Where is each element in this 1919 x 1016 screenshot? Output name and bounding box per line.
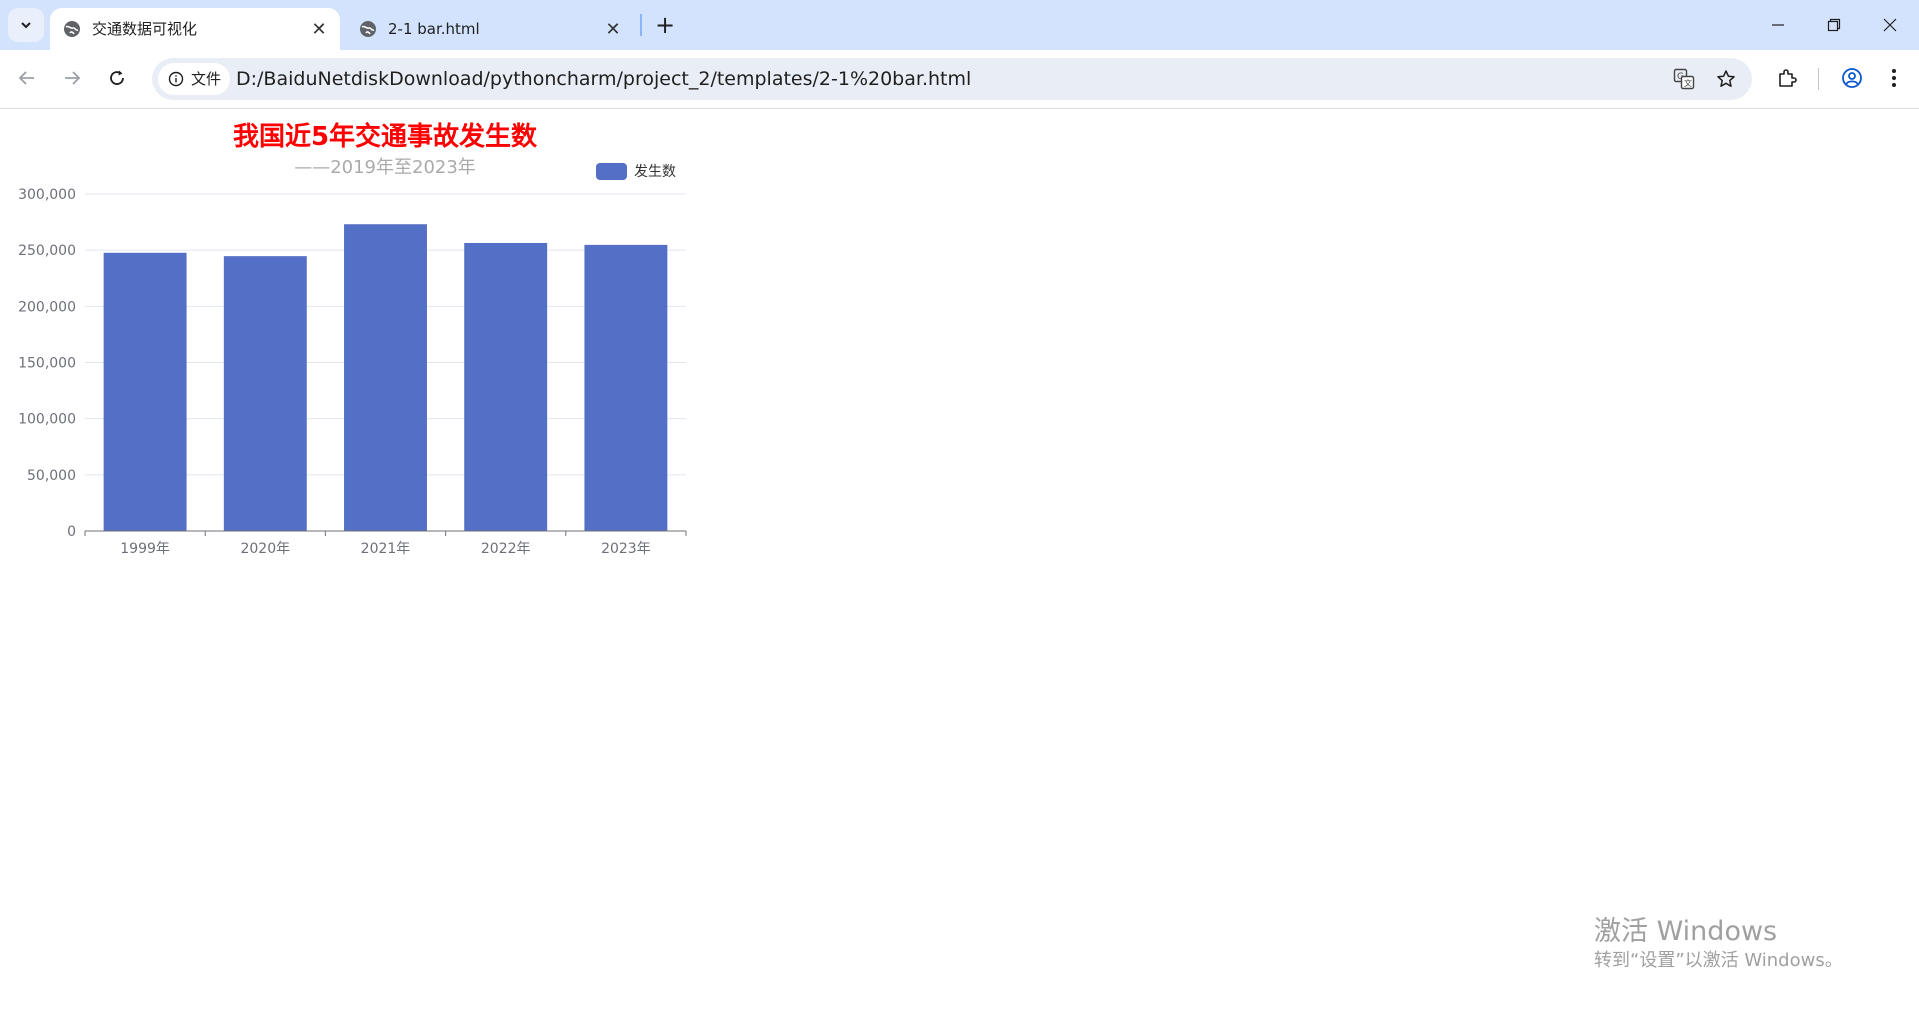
globe-icon [64,21,80,37]
reload-button[interactable] [99,60,135,96]
bar[interactable] [103,252,187,531]
back-button[interactable] [9,60,45,96]
star-icon [1717,70,1735,87]
window-close-button[interactable] [1862,0,1918,50]
y-tick-label: 250,000 [18,243,76,259]
site-info-label: 文件 [191,70,222,88]
profile-button[interactable] [1834,60,1870,96]
bar[interactable] [584,244,668,531]
watermark-line2: 转到“设置”以激活 Windows。 [1594,950,1843,971]
bookmark-button[interactable] [1712,65,1740,93]
x-tick-label: 2023年 [601,541,651,557]
toolbar: 文件 D:/BaiduNetdiskDownload/pythoncharm/p… [0,50,1919,109]
bar[interactable] [223,256,307,531]
windows-activation-watermark: 激活 Windows 转到“设置”以激活 Windows。 [1594,915,1843,973]
translate-icon: G文 [1673,68,1695,90]
url-text[interactable]: D:/BaiduNetdiskDownload/pythoncharm/proj… [236,58,971,100]
y-tick-label: 200,000 [18,299,76,315]
plus-icon: + [654,11,676,39]
y-tick-label: 100,000 [18,412,76,428]
tab-list-button[interactable] [8,8,44,42]
minimize-icon [1772,24,1784,26]
chevron-down-icon [21,22,31,29]
x-tick-label: 2021年 [361,541,411,557]
extensions-icon [1779,69,1797,87]
x-tick-label: 2022年 [481,541,531,557]
toolbar-separator [1818,68,1819,90]
forward-icon [65,71,81,85]
y-tick-label: 50,000 [27,468,76,484]
legend-swatch [596,163,627,180]
tab-active[interactable]: 交通数据可视化 ✕ [50,8,340,50]
forward-button[interactable] [54,60,90,96]
chart-title: 我国近5年交通事故发生数 [233,121,538,152]
y-tick-label: 300,000 [18,187,76,203]
site-info-chip[interactable]: 文件 [158,63,230,95]
tab-title: 2-1 bar.html [388,20,480,38]
tab-separator [640,14,642,36]
chart-legend[interactable]: 发生数 [596,163,676,180]
close-icon[interactable]: ✕ [308,18,330,40]
info-icon [168,71,184,87]
minimize-button[interactable] [1750,0,1806,50]
tab-title: 交通数据可视化 [92,20,198,38]
profile-icon [1842,68,1862,88]
tab-bar: 交通数据可视化 ✕ 2-1 bar.html ✕ + [0,0,1919,50]
globe-icon [360,21,376,37]
menu-button[interactable] [1876,60,1912,96]
restore-icon [1827,18,1841,32]
close-icon[interactable]: ✕ [602,18,624,40]
translate-button[interactable]: G文 [1670,65,1698,93]
reload-icon [110,70,124,85]
x-tick-label: 2020年 [240,541,290,557]
tab-inactive[interactable]: 2-1 bar.html ✕ [346,8,634,50]
x-tick-label: 1999年 [120,541,170,557]
address-bar[interactable]: 文件 D:/BaiduNetdiskDownload/pythoncharm/p… [152,58,1752,100]
bar[interactable] [464,242,548,531]
svg-text:文: 文 [1684,78,1692,88]
extensions-button[interactable] [1769,60,1805,96]
y-tick-label: 0 [67,524,76,540]
window-close-icon [1883,18,1897,32]
watermark-line1: 激活 Windows [1594,916,1778,947]
chart-subtitle: ——2019年至2023年 [294,157,476,178]
y-tick-label: 150,000 [18,356,76,372]
restore-button[interactable] [1806,0,1862,50]
bar-chart: 我国近5年交通事故发生数 ——2019年至2023年 发生数 0 50,000 10… [18,121,687,557]
back-icon [18,71,34,85]
new-tab-button[interactable]: + [650,9,680,41]
menu-icon [1892,69,1896,87]
legend-label: 发生数 [634,164,676,180]
page-content: 我国近5年交通事故发生数 ——2019年至2023年 发生数 0 50,000 10… [0,109,1919,1016]
bar[interactable] [344,224,427,531]
